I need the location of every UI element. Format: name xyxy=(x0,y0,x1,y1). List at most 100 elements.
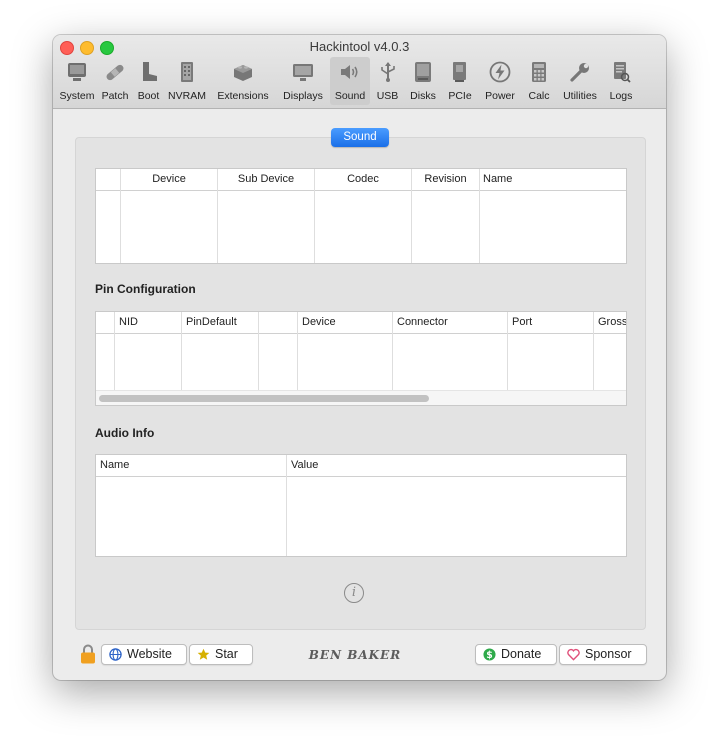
toolbar-item-usb[interactable]: USB xyxy=(371,57,404,105)
toolbar-label-extensions: Extensions xyxy=(217,90,269,102)
column-divider xyxy=(507,312,508,391)
ben-baker-logo: BEN BAKER xyxy=(308,648,402,662)
toolbar-label-pcie: PCIe xyxy=(448,90,472,102)
boot-icon xyxy=(142,62,157,81)
toolbar-label-patch: Patch xyxy=(101,90,129,102)
toolbar-item-system[interactable]: System xyxy=(57,57,97,105)
toolbar-item-extensions[interactable]: Extensions xyxy=(210,57,276,105)
audio-info-table[interactable]: Name Value xyxy=(95,454,627,557)
toolbar-item-patch[interactable]: Patch xyxy=(98,57,132,105)
speaker-icon xyxy=(341,65,358,79)
column-divider xyxy=(593,312,594,391)
window-title: Hackintool v4.0.3 xyxy=(309,39,410,54)
column-divider xyxy=(120,169,121,263)
column-divider xyxy=(181,312,182,391)
info-icon[interactable]: i xyxy=(344,583,364,603)
audio-info-header: Name Value xyxy=(96,455,626,477)
toolbar-item-displays[interactable]: Displays xyxy=(277,57,329,105)
toolbar-label-sound: Sound xyxy=(334,90,366,102)
pin-table-header: NID PinDefault Device Connector Port Gro… xyxy=(96,312,626,334)
heart-icon xyxy=(567,648,580,661)
lock-icon[interactable] xyxy=(80,644,96,664)
column-divider xyxy=(258,312,259,391)
column-header-name[interactable]: Name xyxy=(483,169,623,190)
toolbar-label-system: System xyxy=(59,90,95,102)
power-bolt-icon xyxy=(489,61,511,83)
star-icon xyxy=(197,648,210,660)
hackintool-window: Hackintool v4.0.3 System Patch Boot NVRA… xyxy=(53,35,666,680)
toolbar-label-logs: Logs xyxy=(609,90,633,102)
column-header-port[interactable]: Port xyxy=(512,312,592,333)
toolbar-label-usb: USB xyxy=(376,90,399,102)
column-header-index[interactable] xyxy=(96,169,120,190)
column-header-device[interactable]: Device xyxy=(302,312,392,333)
column-header-index[interactable] xyxy=(96,312,114,333)
column-header-sub-device[interactable]: Sub Device xyxy=(218,169,314,190)
dollar-coin-icon: $ xyxy=(483,648,496,661)
column-divider xyxy=(297,312,298,391)
column-divider xyxy=(217,169,218,263)
column-header-device[interactable]: Device xyxy=(121,169,217,190)
logs-icon xyxy=(614,62,631,83)
toolbar-label-power: Power xyxy=(485,90,515,102)
toolbar-label-calc: Calc xyxy=(528,90,550,102)
column-header-value[interactable]: Value xyxy=(291,455,621,476)
sponsor-label: Sponsor xyxy=(585,647,632,661)
disk-icon xyxy=(415,62,431,82)
tab-sound[interactable]: Sound xyxy=(331,128,389,147)
calculator-icon xyxy=(532,62,546,82)
column-header-blank[interactable] xyxy=(259,312,297,333)
sound-table-header: Device Sub Device Codec Revision Name xyxy=(96,169,626,191)
star-button[interactable]: Star xyxy=(189,644,253,665)
column-divider xyxy=(392,312,393,391)
display-icon xyxy=(293,64,313,81)
column-divider xyxy=(314,169,315,263)
wrench-icon xyxy=(570,63,589,82)
column-divider xyxy=(114,312,115,391)
toolbar-label-displays: Displays xyxy=(283,90,323,102)
toolbar-item-power[interactable]: Power xyxy=(479,57,521,105)
toolbar-label-nvram: NVRAM xyxy=(168,90,206,102)
scrollbar-thumb[interactable] xyxy=(99,395,429,402)
column-header-revision[interactable]: Revision xyxy=(412,169,479,190)
toolbar-item-boot[interactable]: Boot xyxy=(133,57,164,105)
website-button[interactable]: Website xyxy=(101,644,187,665)
website-label: Website xyxy=(127,647,172,661)
nvram-chip-icon xyxy=(181,62,193,82)
column-header-pindefault[interactable]: PinDefault xyxy=(186,312,258,333)
sound-devices-table[interactable]: Device Sub Device Codec Revision Name xyxy=(95,168,627,264)
toolbar-label-boot: Boot xyxy=(137,90,160,102)
pcie-card-icon xyxy=(453,62,466,82)
toolbar-item-nvram[interactable]: NVRAM xyxy=(165,57,209,105)
usb-icon xyxy=(380,62,395,82)
donate-button[interactable]: $ Donate xyxy=(475,644,557,665)
toolbar-label-utilities: Utilities xyxy=(563,90,597,102)
bandage-icon xyxy=(106,64,124,81)
toolbar-item-calc[interactable]: Calc xyxy=(522,57,556,105)
sponsor-button[interactable]: Sponsor xyxy=(559,644,647,665)
toolbar-label-disks: Disks xyxy=(410,90,436,102)
horizontal-scrollbar[interactable] xyxy=(96,390,626,405)
star-label: Star xyxy=(215,647,238,661)
lego-brick-icon xyxy=(234,65,252,81)
toolbar-item-utilities[interactable]: Utilities xyxy=(557,57,603,105)
pin-configuration-table[interactable]: NID PinDefault Device Connector Port Gro… xyxy=(95,311,627,406)
column-header-nid[interactable]: NID xyxy=(119,312,179,333)
column-header-name[interactable]: Name xyxy=(100,455,285,476)
column-header-connector[interactable]: Connector xyxy=(397,312,507,333)
column-divider xyxy=(411,169,412,263)
toolbar-item-sound[interactable]: Sound xyxy=(330,57,370,105)
audio-info-title: Audio Info xyxy=(95,426,155,440)
toolbar-item-pcie[interactable]: PCIe xyxy=(442,57,478,105)
column-header-gross[interactable]: Gross xyxy=(598,312,626,333)
pin-configuration-title: Pin Configuration xyxy=(95,282,196,296)
toolbar-item-logs[interactable]: Logs xyxy=(604,57,638,105)
column-divider xyxy=(479,169,480,263)
toolbar-item-disks[interactable]: Disks xyxy=(405,57,441,105)
donate-label: Donate xyxy=(501,647,542,661)
column-header-codec[interactable]: Codec xyxy=(315,169,411,190)
globe-icon xyxy=(109,648,122,661)
system-icon xyxy=(68,63,86,81)
title-bar: Hackintool v4.0.3 System Patch Boot NVRA… xyxy=(53,35,666,109)
column-divider xyxy=(286,455,287,556)
